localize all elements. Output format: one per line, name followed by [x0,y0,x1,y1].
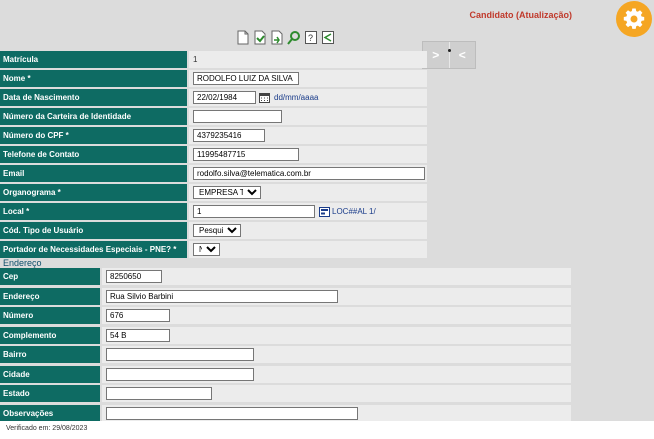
label-matricula: Matrícula [0,51,187,68]
page-title: Candidato (Atualização) [469,10,572,20]
address-form: Cep Endereço Número Complemento Bairro C… [0,268,571,424]
observacoes-textarea[interactable] [106,406,358,420]
new-button[interactable] [236,30,250,45]
export-icon [271,30,283,45]
row-nascimento: Data de Nascimento dd/mm/aaaa [0,89,427,106]
local-input[interactable] [193,205,315,218]
row-identidade: Número da Carteira de Identidade [0,108,427,125]
bairro-input[interactable] [106,348,254,361]
date-format-hint: dd/mm/aaaa [274,93,319,102]
lookup-icon [319,206,330,217]
row-pne: Portador de Necessidades Especiais - PNE… [0,241,427,258]
telefone-input[interactable] [193,148,299,161]
label-organograma: Organograma * [0,184,187,201]
row-cidade: Cidade [0,365,571,383]
label-numero: Número [0,307,100,324]
estado-input[interactable] [106,387,212,400]
row-complemento: Complemento [0,326,571,344]
share-button[interactable] [321,30,335,45]
label-complemento: Complemento [0,326,100,344]
toolbar: ? [236,30,335,46]
row-numero: Número [0,307,571,324]
help-button[interactable]: ? [304,30,318,45]
row-tipo-usuario: Cód. Tipo de Usuário Pesquisar [0,222,427,239]
local-lookup[interactable]: LOC##AL 1/ [319,206,376,217]
label-tipo-usuario: Cód. Tipo de Usuário [0,222,187,239]
nascimento-input[interactable] [193,91,256,104]
save-icon [254,30,266,45]
value-matricula: 1 [193,55,198,64]
help-icon: ? [305,31,317,44]
complemento-input[interactable] [106,328,170,342]
separator-dot [448,49,451,52]
row-bairro: Bairro [0,346,571,363]
label-endereco: Endereço [0,287,100,305]
row-organograma: Organograma * EMPRESA TSI. [0,184,427,201]
prev-record-button[interactable]: < [448,42,476,68]
cep-input[interactable] [106,270,162,283]
label-cpf: Número do CPF * [0,127,187,144]
section-title-endereco: Endereço [3,258,42,268]
row-endereco: Endereço [0,287,571,305]
label-local: Local * [0,203,187,220]
pne-select[interactable]: Não [193,243,220,256]
label-pne: Portador de Necessidades Especiais - PNE… [0,241,187,258]
new-document-icon [237,30,249,45]
search-icon [287,31,300,45]
calendar-icon[interactable] [259,92,270,103]
label-bairro: Bairro [0,346,100,363]
label-cidade: Cidade [0,365,100,383]
local-lookup-text: LOC##AL 1/ [332,207,376,216]
row-cpf: Número do CPF * [0,127,427,144]
gear-icon [623,8,645,29]
organograma-select[interactable]: EMPRESA TSI. [193,186,261,199]
row-telefone: Telefone de Contato [0,146,427,163]
identidade-input[interactable] [193,110,282,123]
row-local: Local * LOC##AL 1/ [0,203,427,220]
label-identidade: Número da Carteira de Identidade [0,108,187,125]
record-navigation: > < [422,41,476,69]
footer: Verificado em: 29/08/2023 [0,421,654,439]
label-telefone: Telefone de Contato [0,146,187,163]
nome-input[interactable] [193,72,299,85]
export-button[interactable] [270,30,284,45]
tipo-usuario-select[interactable]: Pesquisar [193,224,241,237]
label-nascimento: Data de Nascimento [0,89,187,106]
search-button[interactable] [287,30,301,45]
cidade-input[interactable] [106,367,254,381]
save-button[interactable] [253,30,267,45]
row-observacoes: Observações [0,404,571,422]
share-icon [322,31,334,44]
row-cep: Cep [0,268,571,285]
label-email: Email [0,165,187,182]
settings-button[interactable] [616,1,652,37]
svg-text:?: ? [308,33,313,43]
label-nome: Nome * [0,70,187,87]
label-observacoes: Observações [0,404,100,422]
row-matricula: Matrícula 1 [0,51,427,68]
verified-date: Verificado em: 29/08/2023 [6,425,88,432]
candidate-form: Matrícula 1 Nome * Data de Nascimento dd… [0,51,427,260]
numero-input[interactable] [106,309,170,322]
endereco-input[interactable] [106,289,338,303]
label-estado: Estado [0,385,100,402]
label-cep: Cep [0,268,100,285]
email-input[interactable] [193,167,425,180]
row-estado: Estado [0,385,571,402]
row-email: Email [0,165,427,182]
cpf-input[interactable] [193,129,265,142]
row-nome: Nome * [0,70,427,87]
